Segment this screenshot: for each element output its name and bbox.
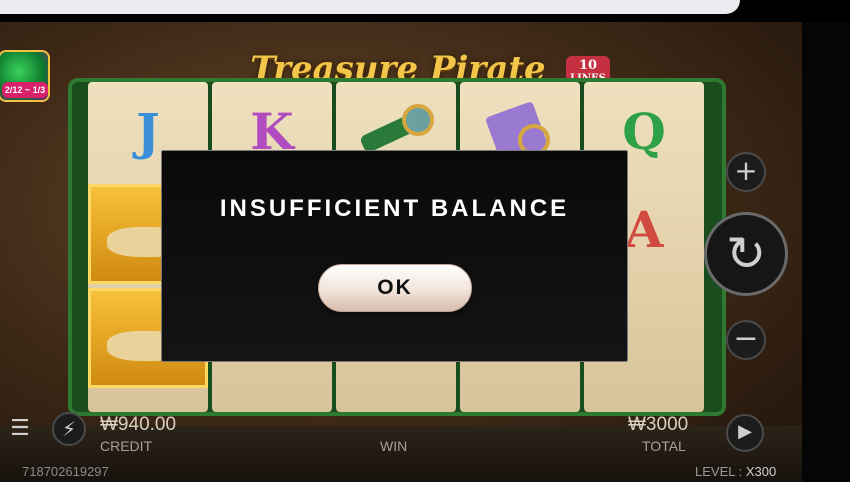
spin-refresh-icon: ↻ xyxy=(725,226,767,282)
level-value: X300 xyxy=(745,464,777,479)
win-label: WIN xyxy=(380,438,408,454)
lightning-icon: ⚡ xyxy=(61,417,77,441)
total-bet-value: ₩3000 xyxy=(628,414,689,435)
credit-value: ₩940.00 xyxy=(100,414,177,435)
side-strip xyxy=(802,22,850,482)
spin-button[interactable]: ↻ xyxy=(704,212,788,296)
insufficient-balance-dialog: INSUFFICIENT BALANCE OK xyxy=(161,150,628,362)
menu-button[interactable]: ☰ xyxy=(4,414,36,446)
browser-address-bar xyxy=(0,0,740,14)
bet-decrease-button[interactable]: − xyxy=(726,320,766,360)
menu-icon: ☰ xyxy=(10,416,30,441)
lines-count: 10 xyxy=(578,58,598,73)
dialog-title: INSUFFICIENT BALANCE xyxy=(219,195,570,222)
level-label: LEVEL xyxy=(695,464,735,479)
promo-date-label: 2/12 ~ 1/3 xyxy=(2,82,48,98)
plus-icon: + xyxy=(734,154,758,187)
turbo-button[interactable]: ⚡ xyxy=(52,412,86,446)
autoplay-button[interactable]: ▶ xyxy=(726,414,764,452)
minus-icon: − xyxy=(733,321,759,356)
autoplay-icon: ▶ xyxy=(738,421,752,442)
level-indicator: LEVEL : X300 xyxy=(695,464,777,479)
credit-label: CREDIT xyxy=(100,438,153,454)
bet-increase-button[interactable]: + xyxy=(726,152,766,192)
total-bet-label: TOTAL xyxy=(642,438,686,454)
ok-button[interactable]: OK xyxy=(318,264,472,312)
session-id: 718702619297 xyxy=(22,464,109,479)
